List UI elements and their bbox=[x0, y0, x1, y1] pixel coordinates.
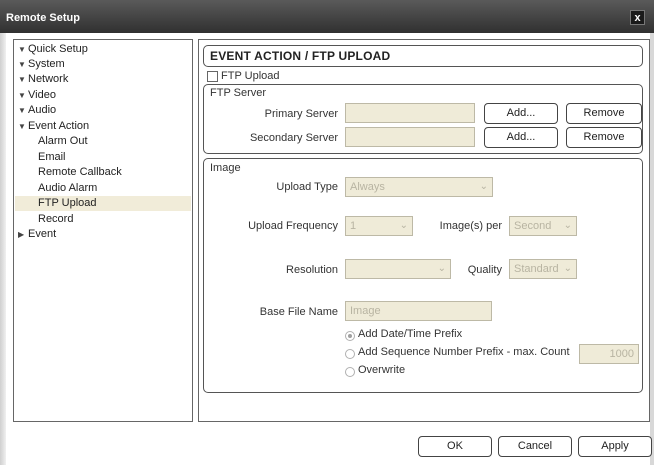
remove-primary-server-button[interactable]: Remove bbox=[566, 103, 642, 124]
tree-item-label: Alarm Out bbox=[38, 135, 88, 147]
secondary-server-input[interactable] bbox=[345, 127, 475, 147]
upload-frequency-value: 1 bbox=[350, 220, 357, 232]
base-file-name-label: Base File Name bbox=[259, 306, 338, 318]
ftp-upload-label: FTP Upload bbox=[221, 70, 280, 82]
chevron-down-icon: ⌄ bbox=[563, 220, 572, 231]
ftp-server-title: FTP Server bbox=[210, 87, 267, 99]
cancel-button[interactable]: Cancel bbox=[498, 436, 572, 457]
primary-server-label: Primary Server bbox=[264, 108, 338, 120]
tree-item-system[interactable]: ▼ System bbox=[18, 57, 65, 72]
tree-item-label: Quick Setup bbox=[28, 43, 88, 55]
chevron-down-icon: ⌄ bbox=[479, 181, 488, 192]
chevron-down-icon: ⌄ bbox=[399, 220, 408, 231]
quality-select[interactable]: Standard ⌄ bbox=[509, 259, 577, 279]
images-per-select[interactable]: Second ⌄ bbox=[509, 216, 577, 236]
ftp-server-group: FTP Server Primary Server Add... Remove … bbox=[203, 84, 643, 154]
title-bar: Remote Setup x bbox=[0, 0, 654, 33]
base-file-name-input[interactable]: Image bbox=[345, 301, 492, 321]
tree-item-label: FTP Upload bbox=[38, 197, 97, 209]
expand-icon: ▼ bbox=[18, 45, 26, 54]
resolution-label: Resolution bbox=[286, 264, 338, 276]
expand-icon: ▼ bbox=[18, 122, 26, 131]
tree-item-label: Video bbox=[28, 89, 56, 101]
quality-label: Quality bbox=[467, 264, 502, 276]
tree-item-audio-alarm[interactable]: Audio Alarm bbox=[38, 181, 97, 196]
expand-icon: ▼ bbox=[18, 75, 26, 84]
tree-item-ftp-upload[interactable]: FTP Upload bbox=[15, 196, 191, 211]
resolution-select[interactable]: ⌄ bbox=[345, 259, 451, 279]
settings-panel: EVENT ACTION / FTP UPLOAD FTP Upload FTP… bbox=[198, 39, 650, 422]
sequence-prefix-radio[interactable] bbox=[345, 349, 355, 359]
add-primary-server-button[interactable]: Add... bbox=[484, 103, 558, 124]
tree-item-label: Remote Callback bbox=[38, 166, 122, 178]
tree-item-label: Network bbox=[28, 73, 69, 85]
tree-item-label: Audio Alarm bbox=[38, 182, 98, 194]
tree-item-label: System bbox=[28, 58, 65, 70]
window-right-border bbox=[650, 33, 654, 465]
tree-item-quick-setup[interactable]: ▼ Quick Setup bbox=[18, 42, 88, 57]
apply-button[interactable]: Apply bbox=[578, 436, 652, 457]
tree-item-label: Event bbox=[28, 228, 57, 240]
tree-item-audio[interactable]: ▼ Audio bbox=[18, 103, 56, 118]
image-title: Image bbox=[210, 162, 241, 174]
window-title: Remote Setup bbox=[6, 12, 80, 24]
page-title: EVENT ACTION / FTP UPLOAD bbox=[210, 49, 391, 63]
expand-icon: ▼ bbox=[18, 106, 26, 115]
window-left-border bbox=[0, 33, 6, 465]
tree-item-label: Record bbox=[38, 213, 74, 225]
tree-item-network[interactable]: ▼ Network bbox=[18, 72, 68, 87]
tree-item-label: Event Action bbox=[28, 120, 90, 132]
image-group: Image Upload Type Always ⌄ Upload Frequen… bbox=[203, 158, 643, 393]
tree-item-record[interactable]: Record bbox=[38, 212, 73, 227]
sequence-prefix-label: Add Sequence Number Prefix - max. Count bbox=[358, 346, 570, 358]
tree-item-label: Email bbox=[38, 151, 66, 163]
overwrite-radio[interactable] bbox=[345, 367, 355, 377]
datetime-prefix-radio[interactable] bbox=[345, 331, 355, 341]
ftp-upload-checkbox[interactable] bbox=[207, 71, 218, 82]
tree-item-event-action[interactable]: ▼ Event Action bbox=[18, 119, 89, 134]
chevron-down-icon: ⌄ bbox=[563, 263, 572, 274]
tree-item-video[interactable]: ▼ Video bbox=[18, 88, 56, 103]
secondary-server-label: Secondary Server bbox=[249, 132, 338, 144]
panel-header: EVENT ACTION / FTP UPLOAD bbox=[203, 45, 643, 67]
upload-frequency-label: Upload Frequency bbox=[248, 220, 338, 232]
navigation-tree: ▼ Quick Setup ▼ System ▼ Network ▼ Video ▼ Au… bbox=[13, 39, 193, 422]
upload-type-label: Upload Type bbox=[276, 181, 338, 193]
expand-icon: ▼ bbox=[18, 60, 26, 69]
tree-item-remote-callback[interactable]: Remote Callback bbox=[38, 165, 122, 180]
remove-secondary-server-button[interactable]: Remove bbox=[566, 127, 642, 148]
add-secondary-server-button[interactable]: Add... bbox=[484, 127, 558, 148]
tree-item-email[interactable]: Email bbox=[38, 150, 66, 165]
images-per-value: Second bbox=[514, 220, 552, 232]
overwrite-label: Overwrite bbox=[358, 364, 406, 376]
upload-type-select[interactable]: Always ⌄ bbox=[345, 177, 493, 197]
quality-value: Standard bbox=[514, 263, 559, 275]
expand-icon: ▶ bbox=[18, 230, 25, 239]
datetime-prefix-label: Add Date/Time Prefix bbox=[358, 328, 463, 340]
upload-type-value: Always bbox=[350, 181, 385, 193]
ok-button[interactable]: OK bbox=[418, 436, 492, 457]
chevron-down-icon: ⌄ bbox=[437, 263, 446, 274]
tree-item-event[interactable]: ▶ Event bbox=[18, 227, 56, 242]
upload-frequency-select[interactable]: 1 ⌄ bbox=[345, 216, 413, 236]
close-icon[interactable]: x bbox=[630, 10, 645, 25]
images-per-label: Image(s) per bbox=[439, 220, 502, 232]
expand-icon: ▼ bbox=[18, 91, 26, 100]
tree-item-alarm-out[interactable]: Alarm Out bbox=[38, 134, 88, 149]
tree-item-label: Audio bbox=[28, 104, 57, 116]
max-count-input[interactable]: 1000 bbox=[579, 344, 639, 364]
primary-server-input[interactable] bbox=[345, 103, 475, 123]
